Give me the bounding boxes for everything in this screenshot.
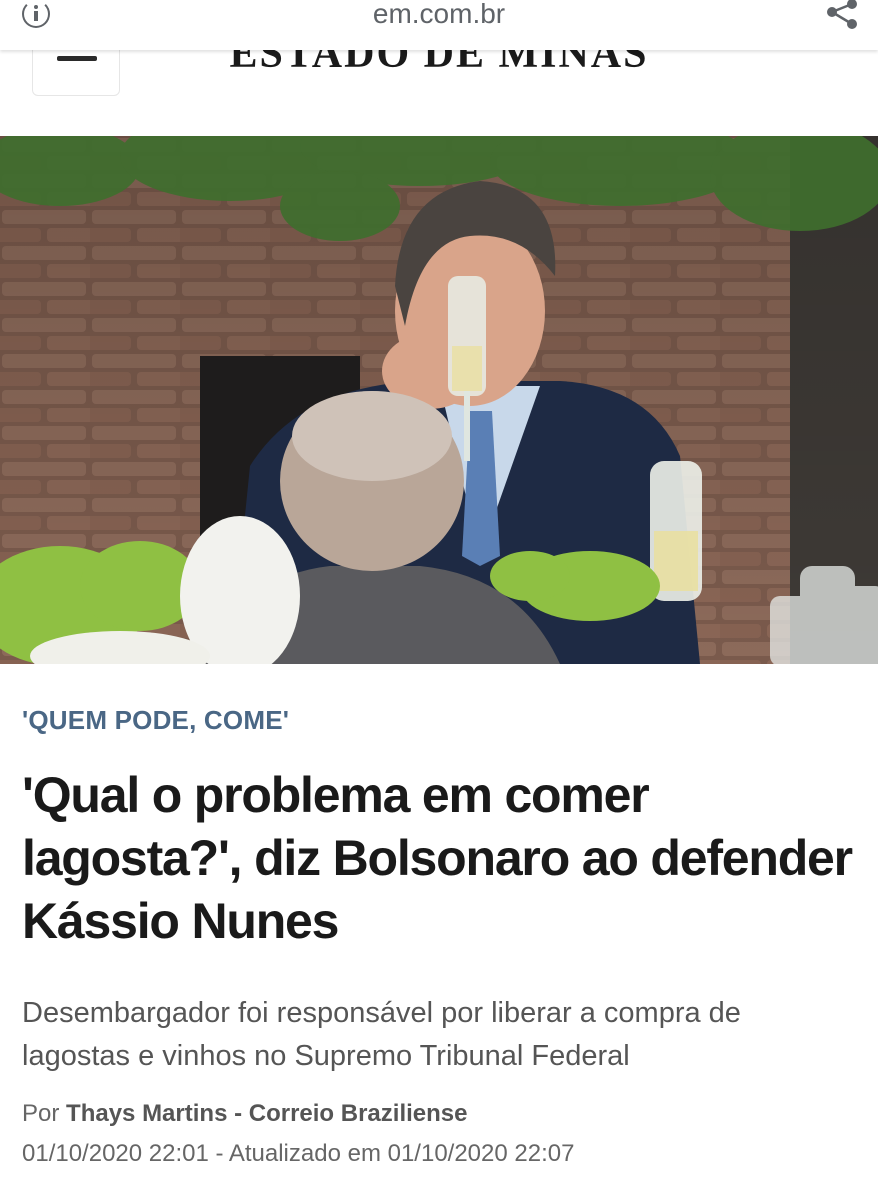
article-headline: 'Qual o problema em comer lagosta?', diz… xyxy=(22,767,853,949)
article-hero-image xyxy=(0,136,878,664)
byline-author[interactable]: Thays Martins - Correio Braziliense xyxy=(66,1100,467,1127)
article-subheadline: Desembargador foi responsável por libera… xyxy=(22,997,741,1072)
hero-photo xyxy=(0,136,878,664)
published-date: 01/10/2020 22:01 xyxy=(22,1140,209,1167)
updated-label: - Atualizado em xyxy=(215,1140,381,1167)
article-byline: Por Thays Martins - Correio Braziliense xyxy=(22,1100,467,1128)
article-kicker: 'QUEM PODE, COME' xyxy=(22,705,290,735)
byline-prefix: Por xyxy=(22,1100,60,1127)
browser-url-bar: em.com.br xyxy=(0,0,878,50)
updated-date: 01/10/2020 22:07 xyxy=(387,1140,575,1167)
share-icon[interactable] xyxy=(824,0,860,30)
url-text[interactable]: em.com.br xyxy=(0,0,878,30)
hamburger-menu-icon xyxy=(57,56,97,61)
article-dateline: 01/10/2020 22:01 - Atualizado em 01/10/2… xyxy=(22,1140,574,1168)
